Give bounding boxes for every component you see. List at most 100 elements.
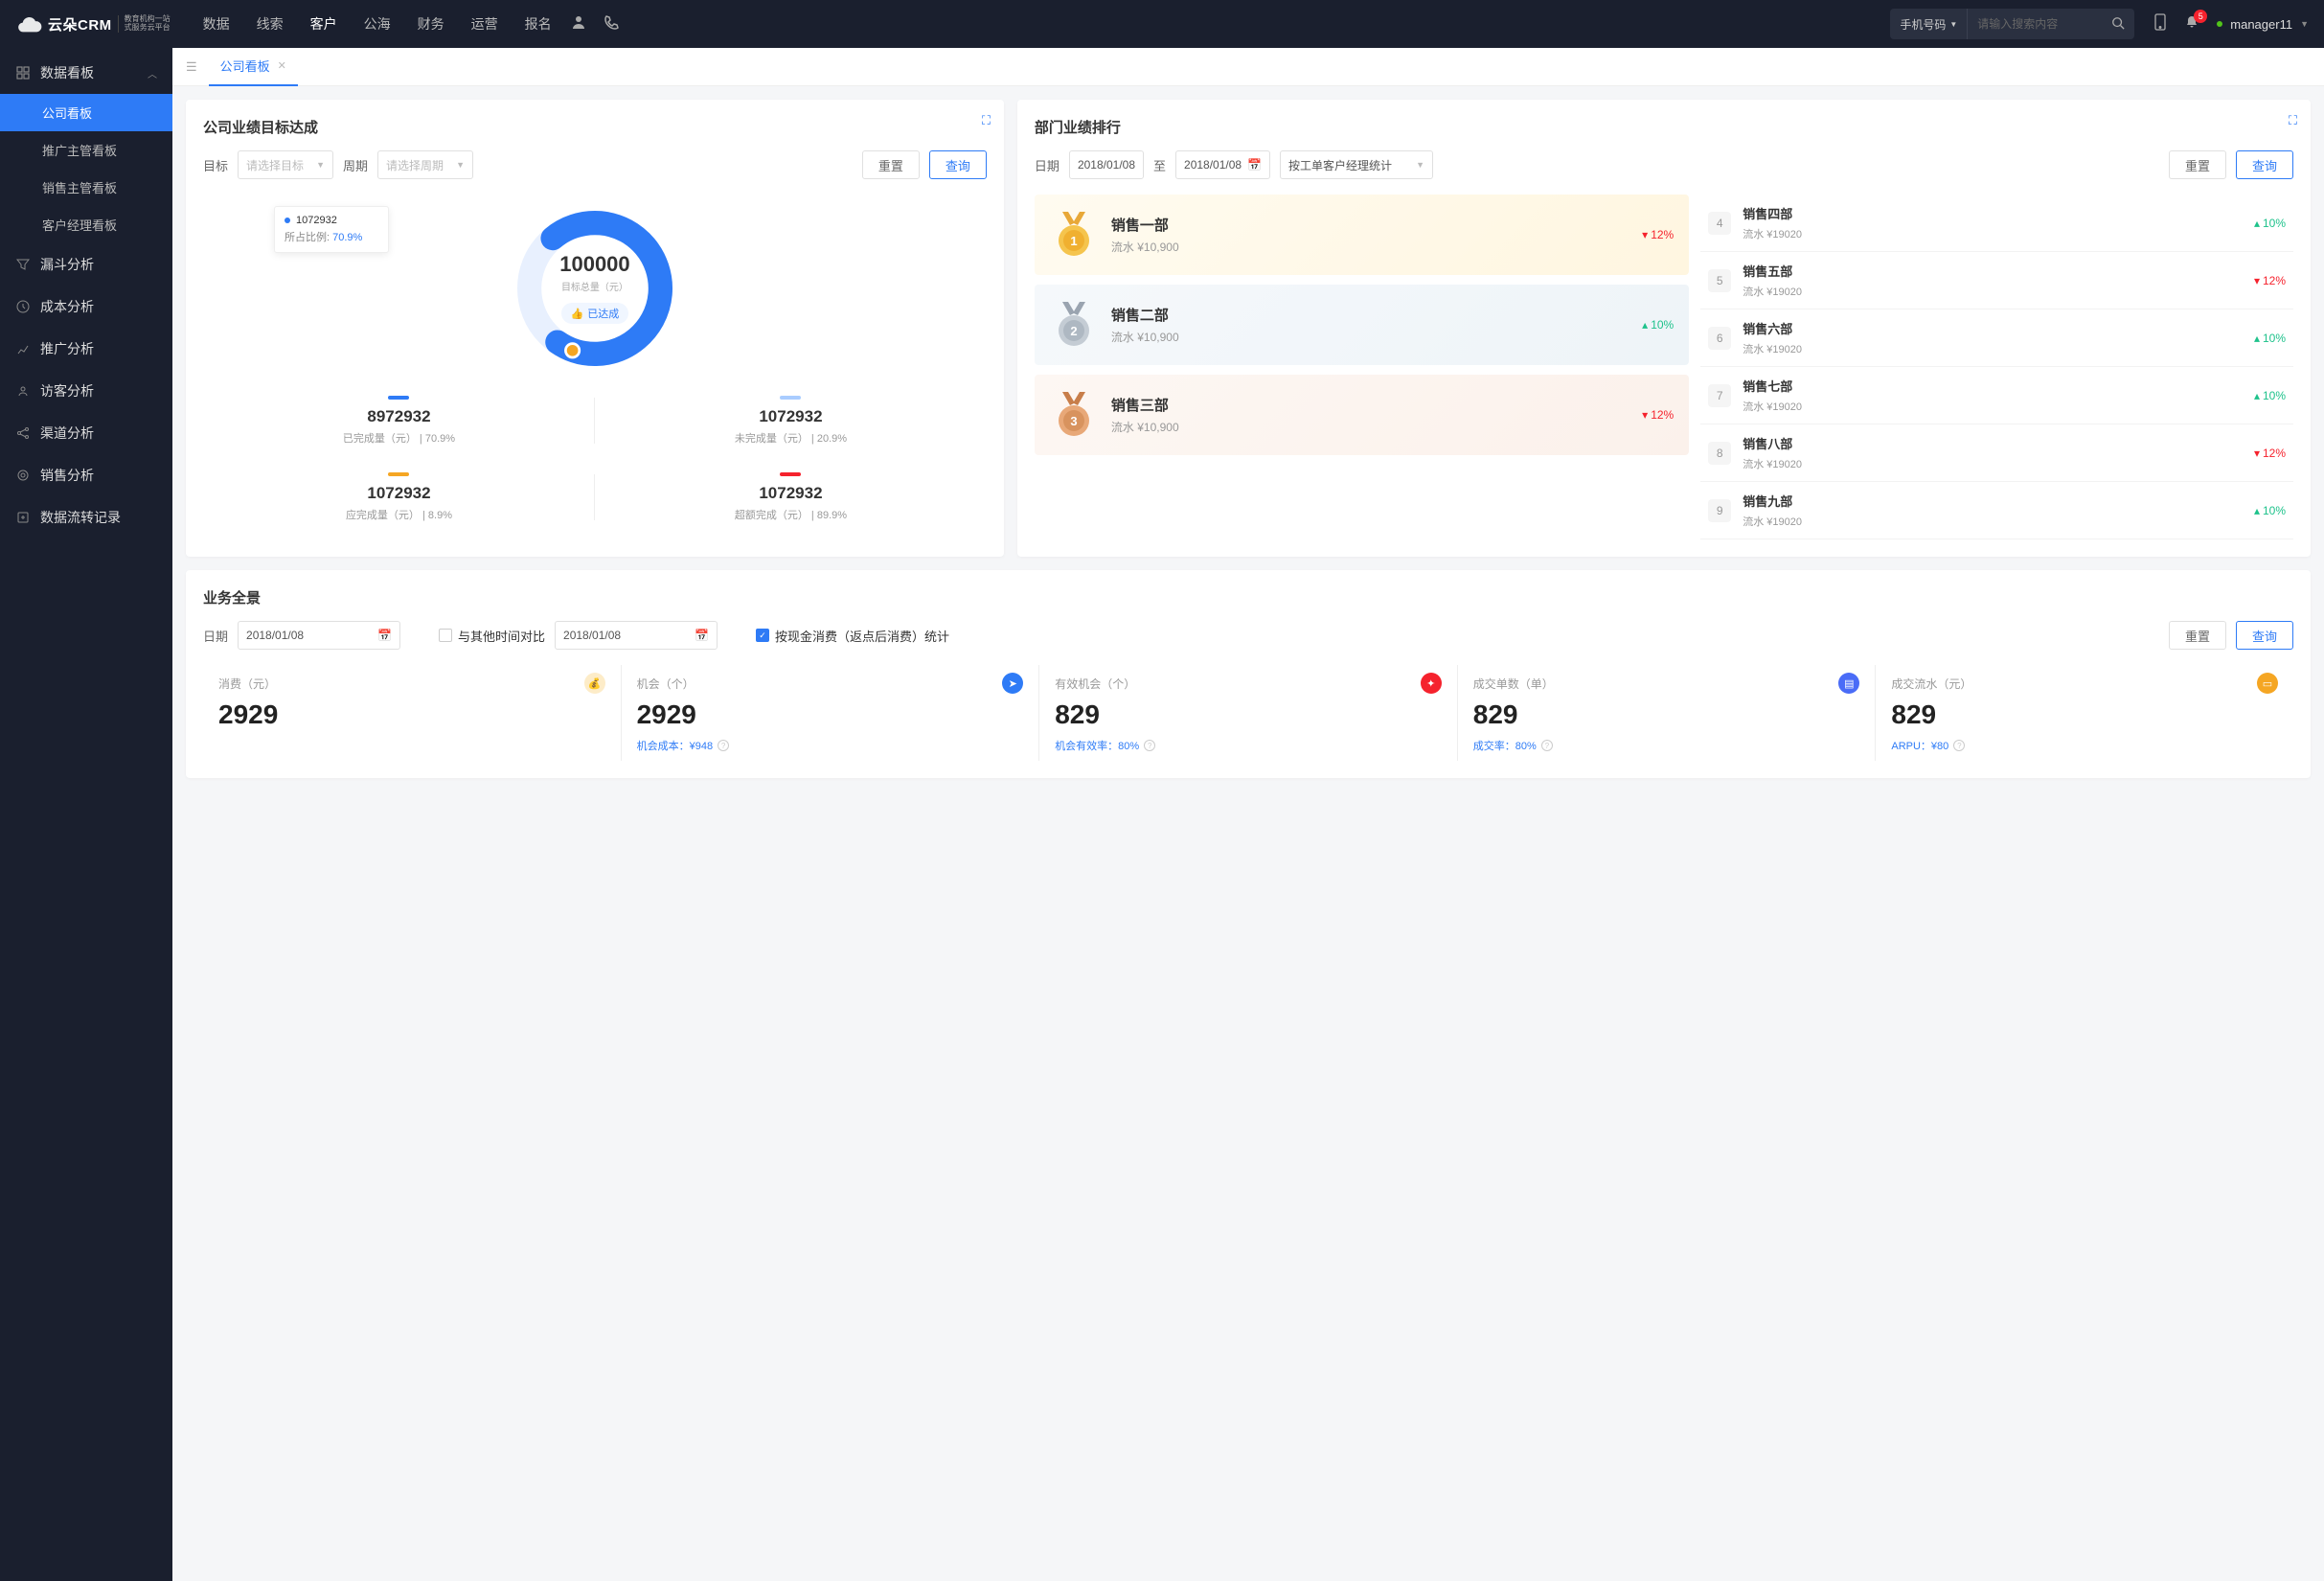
- date-to[interactable]: 2018/01/08📅: [1175, 150, 1270, 179]
- target-select[interactable]: 请选择目标▼: [238, 150, 333, 179]
- sidebar-item-company[interactable]: 公司看板: [0, 94, 172, 131]
- search-input[interactable]: [1968, 17, 2102, 31]
- date-label: 日期: [1035, 156, 1059, 174]
- user-dropdown[interactable]: manager11 ▼: [2217, 17, 2309, 32]
- target-filter-label: 目标: [203, 156, 228, 174]
- nav-finance[interactable]: 财务: [418, 14, 444, 34]
- stat-incomplete: 1072932未完成量（元） | 20.9%: [595, 382, 987, 459]
- main: ☰ 公司看板 ✕ ⛶ 公司业绩目标达成 目标 请选择目标▼ 周期: [172, 48, 2324, 1581]
- pct-down-icon: ▾ 12%: [1642, 408, 1674, 422]
- sidebar-item-cust-mgr[interactable]: 客户经理看板: [0, 206, 172, 243]
- ov-date2[interactable]: 2018/01/08📅: [555, 621, 718, 650]
- chevron-up-icon: ︿: [148, 66, 157, 80]
- period-select[interactable]: 请选择周期▼: [377, 150, 473, 179]
- username: manager11: [2230, 17, 2292, 32]
- list-icon: ▤: [1838, 673, 1859, 694]
- help-icon[interactable]: ?: [1541, 740, 1553, 751]
- metric-valid-opp: 有效机会（个）✦829机会有效率：80%?: [1038, 665, 1457, 761]
- stats-grid: 8972932已完成量（元） | 70.9% 1072932未完成量（元） | …: [203, 382, 987, 536]
- top3-list: 1 销售一部流水 ¥10,900 ▾ 12% 2 销售二部流水 ¥10,900 …: [1035, 195, 1689, 539]
- svg-text:3: 3: [1070, 414, 1077, 428]
- stat-checkbox[interactable]: ✓按现金消费（返点后消费）统计: [756, 627, 949, 645]
- target-query-button[interactable]: 查询: [929, 150, 987, 179]
- ranking-card-title: 部门业绩排行: [1035, 117, 2293, 137]
- pct-up-icon: ▴ 10%: [1642, 318, 1674, 332]
- phone-icon[interactable]: [604, 14, 619, 34]
- cloud-icon: [15, 14, 42, 34]
- ov-reset-button[interactable]: 重置: [2169, 621, 2226, 650]
- sidebar-item-visitor[interactable]: 访客分析: [0, 370, 172, 412]
- shield-icon: ✦: [1421, 673, 1442, 694]
- bronze-medal-icon: 3: [1050, 388, 1098, 442]
- topnav: 云朵CRM 教育机构一站式服务云平台 数据 线索 客户 公海 财务 运营 报名 …: [0, 0, 2324, 48]
- pct-down-icon: ▾ 12%: [1642, 228, 1674, 241]
- svg-text:1: 1: [1070, 234, 1077, 248]
- sidebar-item-funnel[interactable]: 漏斗分析: [0, 243, 172, 286]
- target-card-title: 公司业绩目标达成: [203, 117, 987, 137]
- ov-date-label: 日期: [203, 627, 228, 645]
- groupby-select[interactable]: 按工单客户经理统计▼: [1280, 150, 1433, 179]
- sidebar-item-cost[interactable]: 成本分析: [0, 286, 172, 328]
- rank-item: 5销售五部流水 ¥19020▾ 12%: [1700, 252, 2293, 309]
- flow-icon: [15, 510, 31, 525]
- sidebar-item-flow[interactable]: 数据流转记录: [0, 496, 172, 538]
- search-box: 手机号码▼: [1890, 9, 2134, 39]
- send-icon: ➤: [1002, 673, 1023, 694]
- nav-data[interactable]: 数据: [203, 14, 230, 34]
- nav-leads[interactable]: 线索: [257, 14, 284, 34]
- metric-deals: 成交单数（单）▤829成交率：80%?: [1457, 665, 1876, 761]
- compare-checkbox[interactable]: 与其他时间对比: [439, 627, 545, 645]
- sidebar-item-sales[interactable]: 销售分析: [0, 454, 172, 496]
- close-icon[interactable]: ✕: [278, 59, 286, 72]
- help-icon[interactable]: ?: [1953, 740, 1965, 751]
- rank-reset-button[interactable]: 重置: [2169, 150, 2226, 179]
- help-icon[interactable]: ?: [1144, 740, 1155, 751]
- bag-icon: 💰: [584, 673, 605, 694]
- sidebar-item-channel[interactable]: 渠道分析: [0, 412, 172, 454]
- stat-completed: 8972932已完成量（元） | 70.9%: [203, 382, 595, 459]
- card-icon: ▭: [2257, 673, 2278, 694]
- stat-exceed: 1072932超额完成（元） | 89.9%: [595, 459, 987, 536]
- search-button[interactable]: [2102, 16, 2134, 33]
- help-icon[interactable]: ?: [718, 740, 729, 751]
- rank-3: 3 销售三部流水 ¥10,900 ▾ 12%: [1035, 375, 1689, 455]
- rank-query-button[interactable]: 查询: [2236, 150, 2293, 179]
- logo-subtitle: 教育机构一站式服务云平台: [118, 15, 171, 33]
- tab-company[interactable]: 公司看板 ✕: [209, 48, 298, 86]
- rank-item: 6销售六部流水 ¥19020▴ 10%: [1700, 309, 2293, 367]
- sidebar-group-dashboard[interactable]: 数据看板 ︿: [0, 52, 172, 94]
- sidebar-item-sales-mgr[interactable]: 销售主管看板: [0, 169, 172, 206]
- menu-toggle-icon[interactable]: ☰: [182, 56, 201, 79]
- nav-customers[interactable]: 客户: [310, 14, 337, 34]
- rank-item: 4销售四部流水 ¥19020▴ 10%: [1700, 195, 2293, 252]
- calendar-icon: 📅: [377, 629, 392, 642]
- logo[interactable]: 云朵CRM 教育机构一站式服务云平台: [15, 14, 171, 34]
- calendar-icon: 📅: [695, 629, 709, 642]
- achieved-badge: 👍已达成: [561, 303, 629, 324]
- stat-expected: 1072932应完成量（元） | 8.9%: [203, 459, 595, 536]
- expand-icon[interactable]: ⛶: [2289, 113, 2297, 128]
- nav-pool[interactable]: 公海: [364, 14, 391, 34]
- sidebar: 数据看板 ︿ 公司看板 推广主管看板 销售主管看板 客户经理看板 漏斗分析 成本…: [0, 48, 172, 1581]
- chart-icon: [15, 341, 31, 356]
- tabs-row: ☰ 公司看板 ✕: [172, 48, 2324, 86]
- nav-ops[interactable]: 运营: [471, 14, 498, 34]
- metric-opportunity: 机会（个）➤2929机会成本：¥948?: [621, 665, 1039, 761]
- funnel-icon: [15, 257, 31, 272]
- user-icon[interactable]: [571, 14, 586, 34]
- mobile-icon[interactable]: [2153, 13, 2167, 35]
- bell-icon[interactable]: 5: [2184, 14, 2199, 34]
- overview-card: 业务全景 日期 2018/01/08📅 与其他时间对比 2018/01/08📅 …: [186, 570, 2311, 778]
- nav-signup[interactable]: 报名: [525, 14, 552, 34]
- rank-item: 9销售九部流水 ¥19020▴ 10%: [1700, 482, 2293, 539]
- ov-query-button[interactable]: 查询: [2236, 621, 2293, 650]
- status-dot-icon: [2217, 21, 2222, 27]
- search-type-select[interactable]: 手机号码▼: [1890, 9, 1968, 39]
- visitor-icon: [15, 383, 31, 399]
- target-reset-button[interactable]: 重置: [862, 150, 920, 179]
- expand-icon[interactable]: ⛶: [982, 113, 991, 128]
- sidebar-item-promo-mgr[interactable]: 推广主管看板: [0, 131, 172, 169]
- ov-date1[interactable]: 2018/01/08📅: [238, 621, 400, 650]
- sidebar-item-promo[interactable]: 推广分析: [0, 328, 172, 370]
- date-from[interactable]: 2018/01/08: [1069, 150, 1144, 179]
